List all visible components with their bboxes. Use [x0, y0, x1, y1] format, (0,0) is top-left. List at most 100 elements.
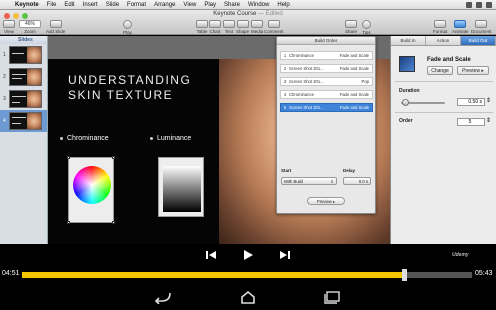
add-slide-button[interactable]: Add Slide [46, 20, 65, 34]
menu-edit[interactable]: Edit [60, 2, 78, 8]
text-button[interactable]: Text [223, 20, 235, 34]
build-number: 4 [283, 92, 287, 97]
luminance-screenshot[interactable] [158, 157, 204, 217]
title-line [12, 53, 24, 54]
menu-window[interactable]: Window [244, 2, 273, 8]
video-timebar: 04:51 05:43 [0, 266, 496, 284]
delay-label: Delay [343, 168, 356, 173]
change-effect-button[interactable]: Change [427, 66, 453, 75]
slider-knob[interactable] [402, 99, 410, 106]
skip-next-icon[interactable] [279, 250, 291, 260]
zoom-control[interactable]: 46% Zoom [19, 20, 41, 34]
play-triangle-icon: ▸ [332, 199, 336, 204]
zoom-value[interactable]: 46% [19, 20, 41, 28]
build-number: 3 [283, 79, 287, 84]
selection-handle[interactable] [67, 156, 70, 159]
wifi-icon[interactable] [466, 1, 472, 8]
order-select[interactable]: 5 [457, 118, 485, 126]
selection-handle[interactable] [112, 156, 115, 159]
slide-thumbnail-3[interactable]: 3 [0, 88, 47, 110]
bullet-luminance[interactable]: Luminance [150, 135, 191, 142]
start-select[interactable]: With Build ⇕ [281, 177, 337, 185]
tips-button[interactable]: Tips [362, 20, 371, 35]
selection-handle[interactable] [67, 221, 70, 224]
title-line [12, 78, 22, 79]
slide-thumbnail-2[interactable]: 2 [0, 66, 47, 88]
color-wheel-screenshot[interactable] [67, 156, 115, 224]
preview-label: Preview [462, 68, 480, 74]
divider [395, 81, 493, 82]
tips-label: Tips [362, 30, 371, 35]
tab-build-in[interactable]: Build In [391, 36, 426, 45]
chart-button[interactable]: Chart [209, 20, 221, 34]
selection-handle[interactable] [112, 221, 115, 224]
spotlight-icon[interactable] [486, 1, 492, 8]
play-button[interactable]: Play [123, 20, 132, 35]
build-row-4[interactable]: 4 Chrominance Fade and Scale [280, 90, 373, 99]
slide-thumbnail-1[interactable]: 1 [0, 44, 47, 66]
tab-action[interactable]: Action [426, 36, 461, 45]
build-order-title: Build Order [277, 37, 375, 45]
home-icon[interactable] [237, 290, 259, 304]
divider [395, 112, 493, 113]
build-preview-button[interactable]: Preview ▸ [307, 197, 345, 205]
menu-insert[interactable]: Insert [79, 2, 102, 8]
start-label: Start [281, 168, 292, 173]
bullet-chrominance[interactable]: Chrominance [60, 135, 109, 142]
slide-canvas[interactable]: UNDERSTANDING SKIN TEXTURE Chrominance L… [48, 36, 390, 244]
duration-field[interactable]: 0.50 s [457, 98, 485, 106]
menu-share[interactable]: Share [220, 2, 244, 8]
chevron-updown-icon[interactable]: ⇕ [486, 117, 491, 124]
bullet-dot-icon [60, 136, 63, 140]
tab-build-out[interactable]: Build Out [461, 36, 496, 45]
document-edited-status: — Edited [258, 11, 283, 17]
total-time: 05:43 [475, 270, 493, 277]
bullet-text: Luminance [157, 135, 192, 142]
share-label: Share [345, 29, 358, 34]
video-progress-bar[interactable] [22, 269, 472, 281]
share-button[interactable]: Share [345, 20, 357, 34]
stepper-icon[interactable]: ⇕ [486, 97, 491, 104]
menu-format[interactable]: Format [123, 2, 150, 8]
build-row-1[interactable]: 1 Chrominance Fade and Scale [280, 51, 373, 60]
menu-help[interactable]: Help [273, 2, 293, 8]
shape-button[interactable]: Shape [236, 20, 249, 34]
mac-menubar: Keynote File Edit Insert Slide Format Ar… [0, 0, 496, 10]
window-toolbar: Keynote Course — Edited View 46% Zoom Ad… [0, 10, 496, 35]
media-button[interactable]: Media [251, 20, 263, 34]
animate-button[interactable]: Animate [452, 20, 469, 34]
view-button[interactable]: View [3, 20, 15, 34]
inspector-tabs: Build In Action Build Out [391, 36, 496, 46]
battery-icon[interactable] [476, 1, 482, 8]
portrait-image [27, 47, 41, 63]
menu-arrange[interactable]: Arrange [150, 2, 179, 8]
recent-apps-icon[interactable] [321, 290, 343, 304]
build-row-2[interactable]: 2 Screen Shot 201... Fade and Scale [280, 64, 373, 73]
progress-scrubber[interactable] [401, 269, 407, 281]
build-row-3[interactable]: 3 Screen Shot 201... Pop [280, 77, 373, 86]
back-icon[interactable] [152, 290, 174, 304]
menu-slide[interactable]: Slide [102, 2, 123, 8]
slide-thumbnail-4[interactable]: 4 [0, 110, 47, 132]
color-wheel-image [73, 166, 111, 204]
build-effect: Fade and Scale [339, 53, 369, 58]
menu-view[interactable]: View [179, 2, 200, 8]
build-number: 1 [283, 53, 287, 58]
watermark-logo: Udemy [452, 252, 469, 258]
table-button[interactable]: Table [196, 20, 208, 34]
menu-app-name[interactable]: Keynote [11, 2, 43, 8]
title-line [12, 96, 26, 97]
duration-slider[interactable] [401, 99, 445, 106]
build-row-5[interactable]: 5 Screen Shot 201... Fade and Scale [280, 103, 373, 112]
document-button[interactable]: Document [471, 20, 492, 34]
effect-preview-button[interactable]: Preview ▸ [457, 66, 489, 75]
menu-file[interactable]: File [43, 2, 61, 8]
comment-button[interactable]: Comment [264, 20, 284, 34]
format-button[interactable]: Format [433, 20, 447, 34]
skip-previous-icon[interactable] [205, 250, 217, 260]
slide-title[interactable]: UNDERSTANDING SKIN TEXTURE [68, 73, 191, 103]
play-icon[interactable] [242, 249, 254, 261]
menu-play[interactable]: Play [200, 2, 220, 8]
delay-field[interactable]: 0.0 s [343, 177, 371, 185]
slide-navigator: Slides 1 2 3 4 [0, 36, 48, 244]
